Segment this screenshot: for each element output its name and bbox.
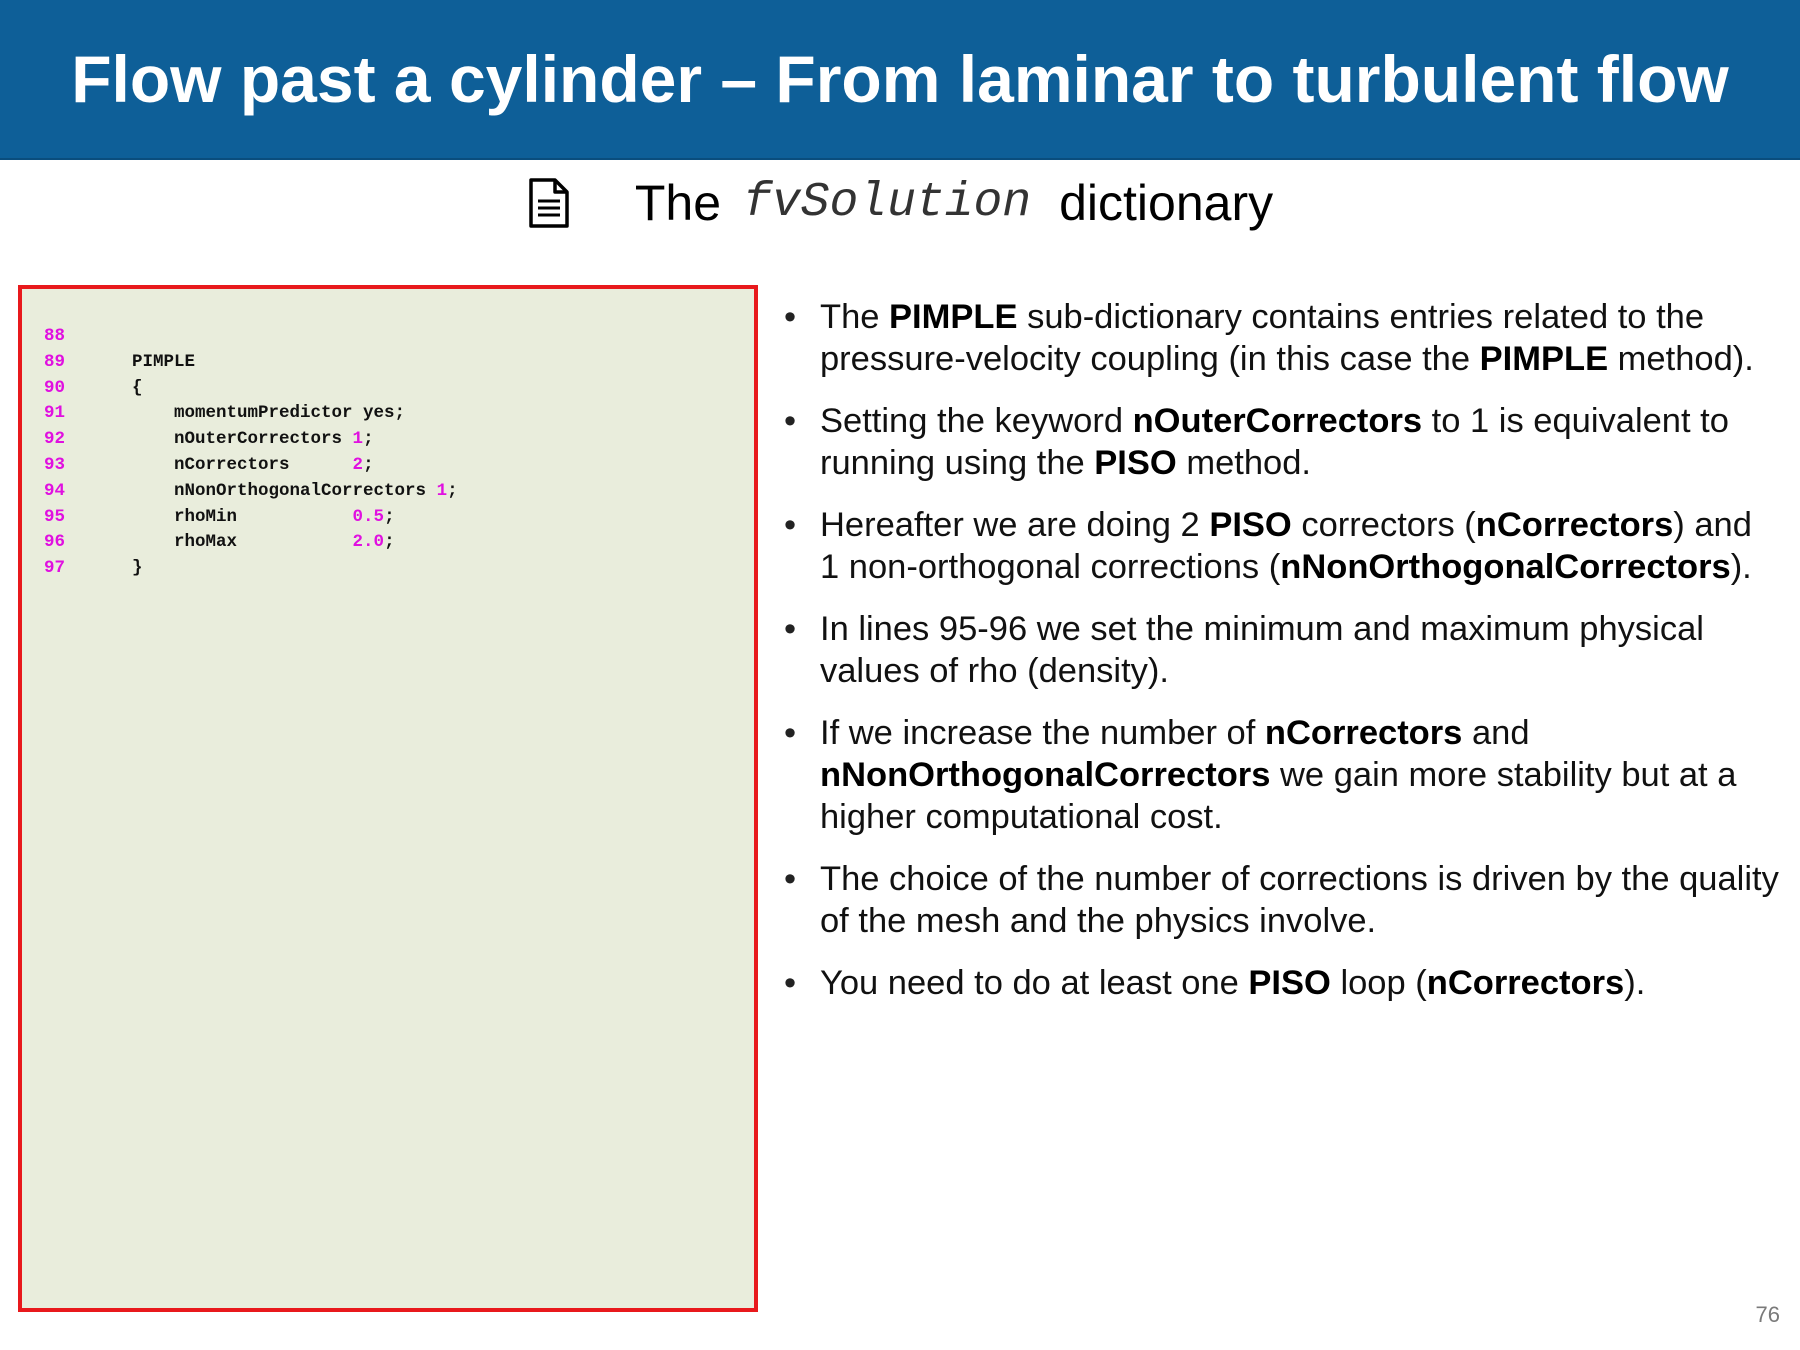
code-line: 90 { (44, 376, 458, 402)
bullet-keyword: nNonOrthogonalCorrectors (820, 756, 1271, 794)
bullet-item: The choice of the number of corrections … (780, 858, 1780, 942)
bullet-text: correctors ( (1291, 506, 1476, 544)
bullet-keyword: PISO (1248, 964, 1331, 1002)
bullet-item: The PIMPLE sub-dictionary contains entri… (780, 296, 1780, 380)
code-text: nOuterCorrectors (132, 429, 353, 450)
bullet-text: Setting the keyword (820, 402, 1133, 440)
code-terminator: ; (363, 454, 374, 475)
code-line: 88 (44, 324, 458, 350)
code-value: 2 (352, 454, 364, 475)
code-text: rhoMin (132, 506, 353, 527)
subtitle-prefix: The (634, 175, 722, 231)
bullet-keyword: PISO (1094, 444, 1177, 482)
subtitle-code: fvSolution (743, 176, 1032, 230)
code-text: nCorrectors (132, 454, 353, 475)
line-number: 94 (44, 480, 66, 501)
bullet-keyword: nNonOrthogonalCorrectors (1280, 548, 1731, 586)
bullet-text: ). (1624, 964, 1646, 1002)
bullet-keyword: PIMPLE (1479, 340, 1609, 378)
code-line: 97} (44, 556, 458, 582)
bullet-list: The PIMPLE sub-dictionary contains entri… (780, 296, 1780, 1024)
code-terminator: ; (384, 506, 395, 527)
line-number: 97 (44, 558, 66, 579)
code-line: 96 rhoMax 2.0; (44, 530, 458, 556)
bullet-keyword: PIMPLE (889, 298, 1018, 336)
page-number: 76 (1755, 1302, 1780, 1327)
bullet-item: In lines 95-96 we set the minimum and ma… (780, 608, 1780, 692)
subtitle-suffix: dictionary (1059, 175, 1274, 231)
bullet-text: loop ( (1330, 964, 1427, 1002)
title-bar: Flow past a cylinder – From laminar to t… (0, 0, 1800, 160)
code-terminator: ; (384, 532, 395, 553)
bullet-text: The (820, 298, 890, 336)
document-icon (527, 177, 571, 229)
bullet-text: Hereafter we are doing 2 (820, 506, 1210, 544)
bullet-text: The choice of the number of corrections … (820, 860, 1779, 940)
bullet-text: If we increase the number of (820, 714, 1265, 752)
code-text: momentumPredictor yes; (132, 403, 406, 424)
code-text: PIMPLE (132, 351, 196, 372)
code-line: 89 PIMPLE (44, 350, 458, 376)
code-terminator: ; (447, 480, 458, 501)
bullet-text: You need to do at least one (820, 964, 1249, 1002)
bullet-text: and (1462, 714, 1530, 752)
line-number: 92 (44, 429, 66, 450)
code-line: 91 momentumPredictor yes; (44, 401, 458, 427)
bullet-keyword: nOuterCorrectors (1132, 402, 1423, 440)
bullet-keyword: PISO (1209, 506, 1292, 544)
code-line: 95 rhoMin 0.5; (44, 505, 458, 531)
code-line: 94 nNonOrthogonalCorrectors 1; (44, 479, 458, 505)
subtitle: The fvSolution dictionary (0, 168, 1800, 238)
code-text: } (132, 558, 143, 579)
code-panel: 88 89 PIMPLE 90{91 momentumPredictor yes; 92… (18, 285, 758, 1312)
bullet-keyword: nCorrectors (1426, 964, 1625, 1002)
code-text: nNonOrthogonalCorrectors (132, 480, 437, 501)
code-lines: 88 89 PIMPLE 90{91 momentumPredictor yes; 92… (44, 324, 458, 582)
code-terminator: ; (363, 429, 374, 450)
line-number: 88 (44, 326, 66, 346)
bullet-text: In lines 95-96 we set the minimum and ma… (820, 610, 1704, 690)
bullet-item: Setting the keyword nOuterCorrectors to … (780, 400, 1780, 484)
bullet-item: Hereafter we are doing 2 PISO correctors… (780, 504, 1780, 588)
bullet-text: method. (1176, 444, 1311, 482)
line-number: 96 (44, 532, 66, 553)
code-value: 0.5 (352, 506, 385, 527)
code-text: rhoMax (132, 532, 353, 553)
code-value: 2.0 (352, 532, 385, 553)
bullet-text: method). (1608, 340, 1754, 378)
code-value: 1 (352, 429, 364, 450)
line-number: 90 (44, 377, 66, 398)
line-number: 89 (44, 351, 66, 372)
bullet-item: If we increase the number of nCorrectors… (780, 712, 1780, 838)
bullet-keyword: nCorrectors (1264, 714, 1463, 752)
bullet-item: You need to do at least one PISO loop (n… (780, 962, 1780, 1004)
code-line: 92 nOuterCorrectors 1; (44, 427, 458, 453)
code-line: 93 nCorrectors 2; (44, 453, 458, 479)
line-number: 93 (44, 454, 66, 475)
code-text: { (132, 377, 143, 398)
bullet-keyword: nCorrectors (1475, 506, 1674, 544)
slide-title: Flow past a cylinder – From laminar to t… (71, 42, 1729, 116)
line-number: 91 (44, 403, 66, 424)
bullet-text: ). (1730, 548, 1752, 586)
line-number: 95 (44, 506, 66, 527)
code-value: 1 (436, 480, 448, 501)
